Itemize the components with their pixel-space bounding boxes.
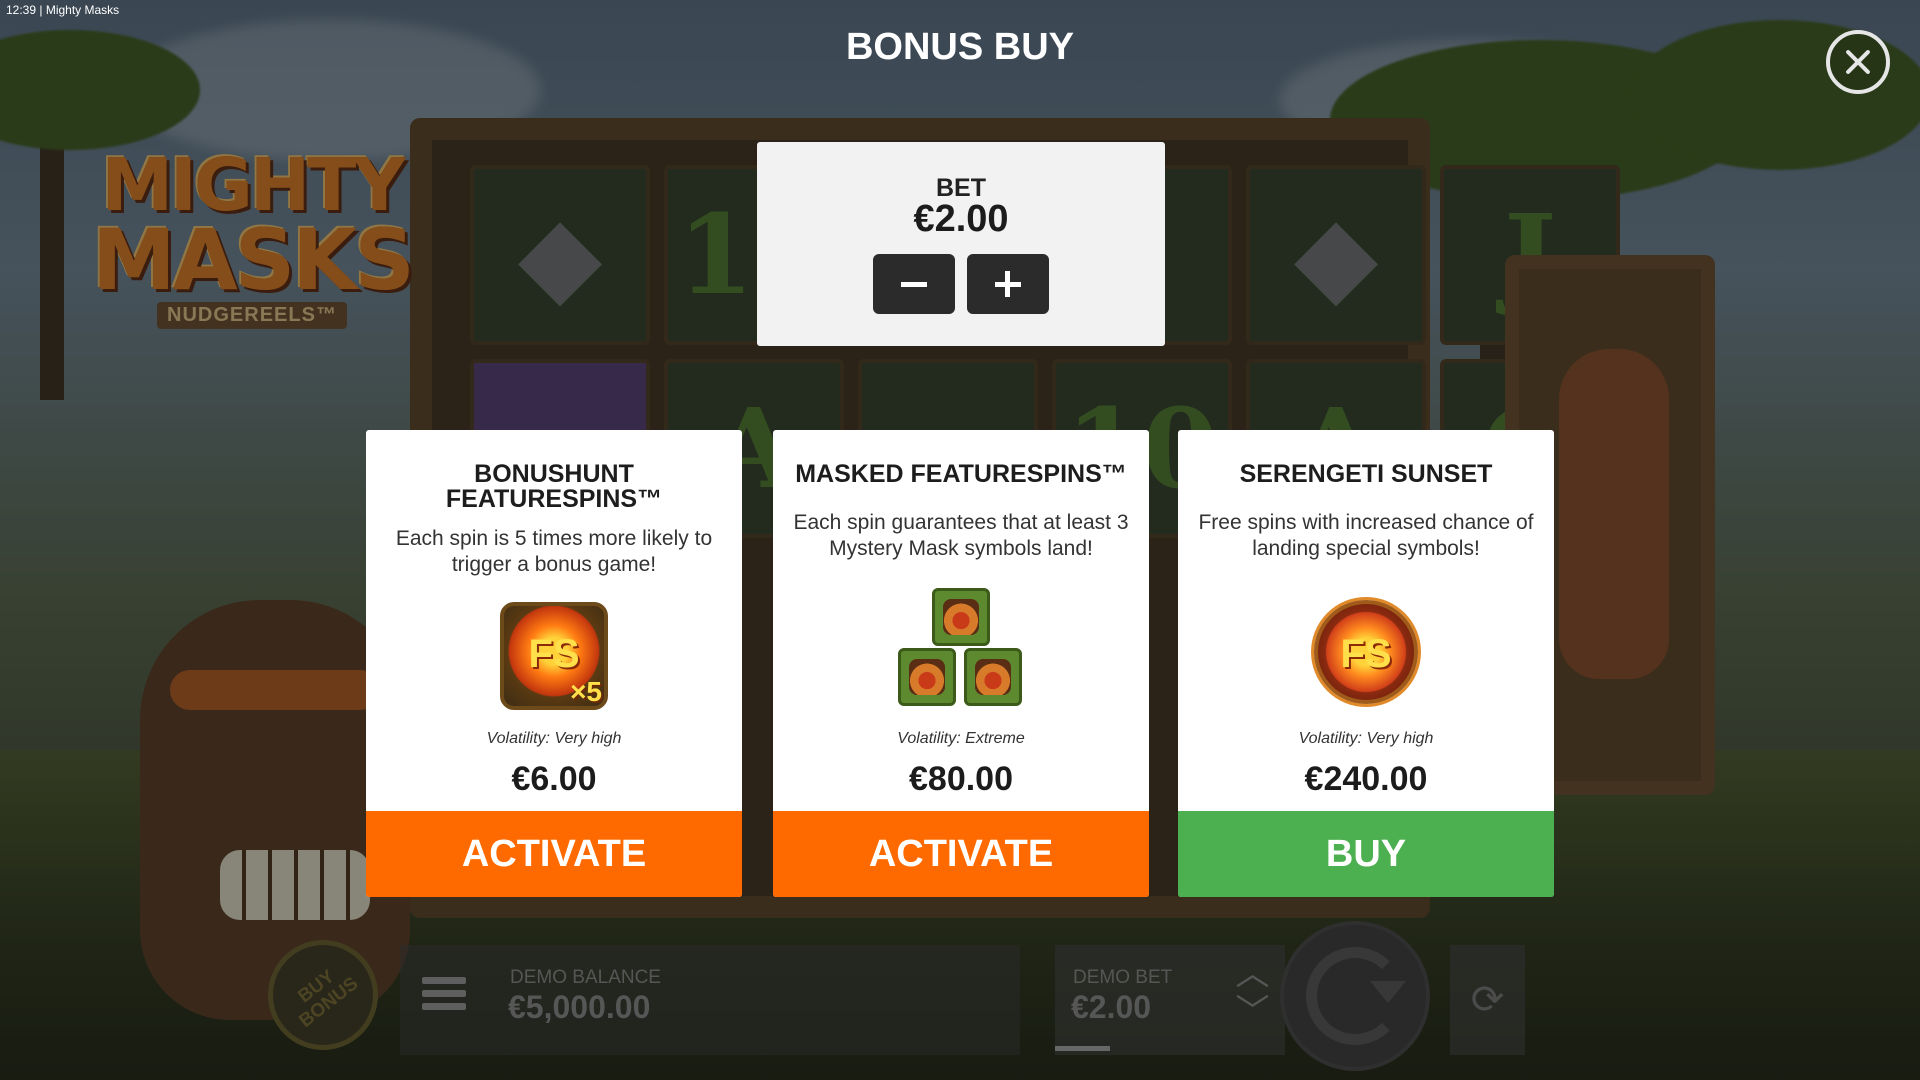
activate-button[interactable]: ACTIVATE	[773, 811, 1149, 897]
bonus-card-serengeti: SERENGETI SUNSET Free spins with increas…	[1178, 430, 1554, 897]
card-description: Each spin is 5 times more likely to trig…	[395, 527, 713, 576]
card-volatility: Volatility: Extreme	[897, 730, 1025, 747]
activate-button[interactable]: ACTIVATE	[366, 811, 742, 897]
close-icon[interactable]	[1826, 30, 1890, 94]
bet-selector: BET €2.00	[757, 142, 1165, 346]
bonus-card-bonushunt: BONUSHUNT FEATURESPINS™ Each spin is 5 t…	[366, 430, 742, 897]
status-app: Mighty Masks	[45, 3, 120, 17]
increase-bet-button[interactable]	[967, 254, 1049, 314]
multiplier-text: ×5	[570, 676, 602, 707]
card-description: Free spins with increased chance of land…	[1198, 511, 1534, 560]
buy-button[interactable]: BUY	[1178, 811, 1554, 897]
page-title: BONUS BUY	[845, 26, 1075, 68]
status-bar: 12:39 | Mighty Masks	[6, 3, 120, 17]
mystery-mask-icon	[896, 588, 1026, 708]
card-title: SERENGETI SUNSET	[1239, 460, 1493, 488]
card-title: BONUSHUNT FEATURESPINS™	[445, 460, 663, 513]
bonus-options: BONUSHUNT FEATURESPINS™ Each spin is 5 t…	[366, 430, 1554, 897]
card-price: €80.00	[909, 760, 1013, 798]
bet-value: €2.00	[913, 198, 1009, 240]
card-volatility: Volatility: Very high	[486, 730, 622, 747]
fs-icon-text: FS	[528, 632, 580, 676]
mask-icon	[898, 648, 956, 706]
card-volatility: Volatility: Very high	[1298, 730, 1434, 747]
mask-icon	[932, 588, 990, 646]
card-title: MASKED FEATURESPINS™	[795, 460, 1127, 488]
fs-icon-text: FS	[1340, 632, 1392, 676]
card-description: Each spin guarantees that at least 3 Mys…	[793, 511, 1129, 560]
card-price: €6.00	[511, 760, 597, 798]
status-time: 12:39	[6, 3, 37, 17]
fs-sunset-icon: FS	[1314, 600, 1418, 704]
bonus-card-masked: MASKED FEATURESPINS™ Each spin guarantee…	[773, 430, 1149, 897]
minus-icon	[901, 282, 927, 287]
decrease-bet-button[interactable]	[873, 254, 955, 314]
fs-x5-icon: FS ×5	[500, 602, 608, 710]
card-price: €240.00	[1304, 760, 1428, 798]
mask-icon	[964, 648, 1022, 706]
